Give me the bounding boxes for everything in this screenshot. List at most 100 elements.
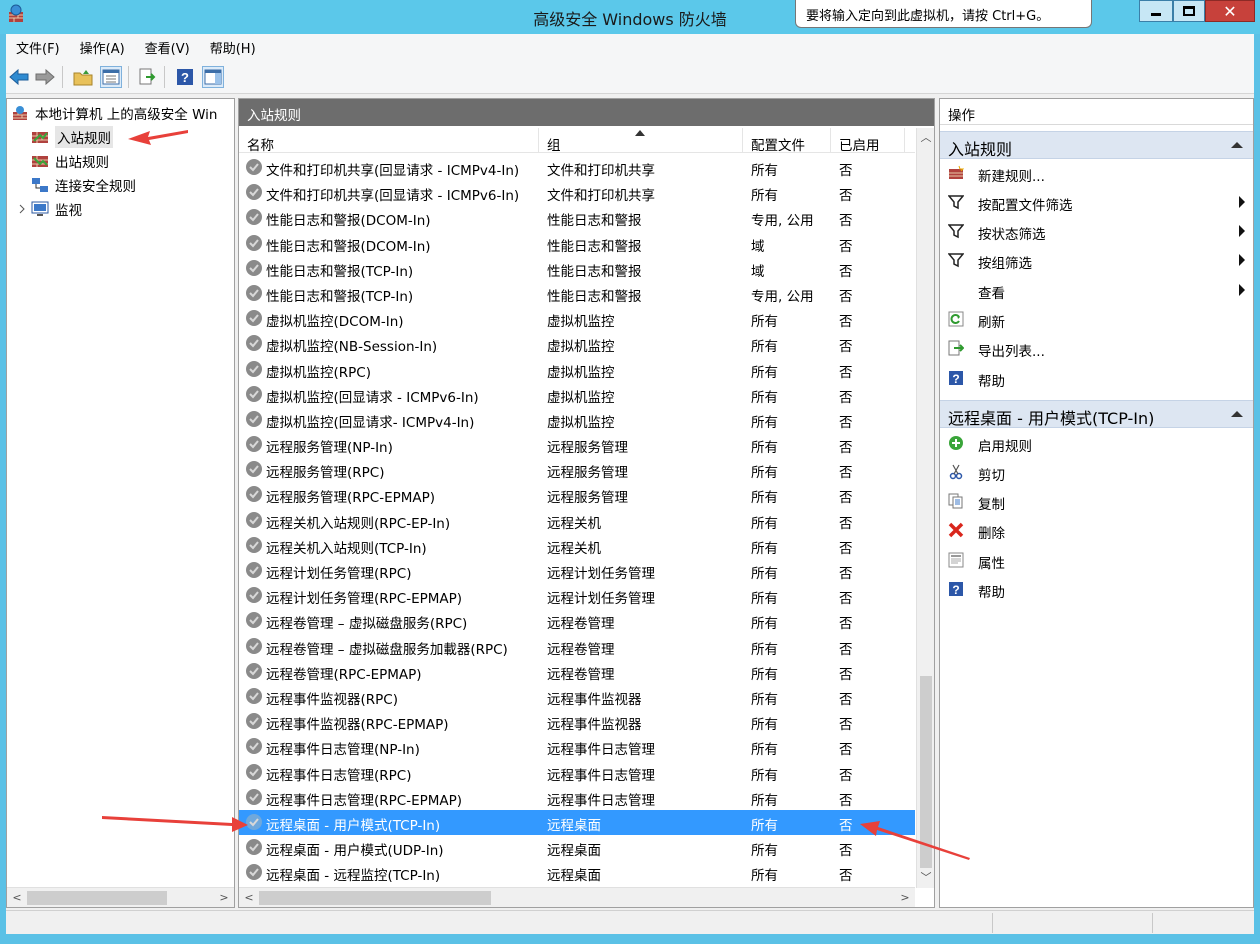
rule-group: 虚拟机监控: [547, 314, 615, 331]
collapse-icon[interactable]: [1231, 411, 1243, 417]
rule-enabled: 否: [839, 817, 853, 834]
svg-text:?: ?: [181, 70, 189, 85]
rule-enabled: 否: [839, 767, 853, 784]
tree-item-label: 出站规则: [55, 155, 109, 171]
actions-section-selected-rule[interactable]: 远程桌面 - 用户模式(TCP-In): [940, 400, 1253, 428]
action-delete[interactable]: 删除: [940, 516, 1253, 544]
table-row[interactable]: 远程桌面 - 用户模式(TCP-In) 远程桌面 所有 否: [239, 809, 915, 836]
rule-profile: 所有: [751, 314, 778, 331]
export-list-button[interactable]: [136, 66, 158, 88]
table-row[interactable]: 远程服务管理(NP-In) 远程服务管理 所有 否: [239, 432, 915, 457]
tree-item-inbound-rules[interactable]: 入站规则: [31, 126, 113, 148]
action-view[interactable]: 查看: [940, 276, 1253, 304]
help-button[interactable]: ?: [174, 66, 196, 88]
forward-button[interactable]: [34, 66, 56, 88]
scroll-thumb[interactable]: [920, 676, 932, 868]
table-row[interactable]: 远程事件日志管理(RPC-EPMAP) 远程事件日志管理 所有 否: [239, 785, 915, 810]
scroll-down-icon[interactable]: ﹀: [918, 870, 934, 886]
table-row[interactable]: 远程事件监视器(RPC) 远程事件监视器 所有 否: [239, 684, 915, 709]
maximize-button[interactable]: [1173, 0, 1205, 22]
actions-section-inbound[interactable]: 入站规则: [940, 131, 1253, 159]
main-area: 本地计算机 上的高级安全 Win 入站规则 出站规则 连接安全规则 监视 < >…: [6, 94, 1254, 910]
left-horizontal-scrollbar[interactable]: < >: [7, 887, 234, 907]
rule-name: 虚拟机监控(NB-Session-In): [266, 339, 438, 356]
menu-help[interactable]: 帮助(H): [200, 38, 266, 57]
table-row[interactable]: 远程服务管理(RPC) 远程服务管理 所有 否: [239, 457, 915, 482]
action-new-rule[interactable]: 新建规则...: [940, 159, 1253, 187]
table-row[interactable]: 远程桌面 - 用户模式(UDP-In) 远程桌面 所有 否: [239, 835, 915, 860]
tree-item-connection-security-rules[interactable]: 连接安全规则: [31, 174, 136, 196]
scroll-left-icon[interactable]: <: [9, 890, 25, 906]
action-refresh[interactable]: 刷新: [940, 305, 1253, 333]
show-action-pane-button[interactable]: [202, 66, 224, 88]
table-row[interactable]: 远程事件日志管理(RPC) 远程事件日志管理 所有 否: [239, 760, 915, 785]
column-profile-header[interactable]: 配置文件: [743, 128, 831, 154]
tree-root[interactable]: 本地计算机 上的高级安全 Win: [11, 102, 217, 124]
table-row[interactable]: 远程桌面 - 远程监控(TCP-In) 远程桌面 所有 否: [239, 860, 915, 885]
table-row[interactable]: 性能日志和警报(TCP-In) 性能日志和警报 域 否: [239, 256, 915, 281]
scroll-right-icon[interactable]: >: [897, 890, 913, 906]
menu-view[interactable]: 查看(V): [135, 38, 200, 57]
tree-item-outbound-rules[interactable]: 出站规则: [31, 150, 109, 172]
action-export-list[interactable]: 导出列表...: [940, 334, 1253, 362]
table-row[interactable]: 远程卷管理 – 虚拟磁盘服务加載器(RPC) 远程卷管理 所有 否: [239, 634, 915, 659]
table-row[interactable]: 远程事件监视器(RPC-EPMAP) 远程事件监视器 所有 否: [239, 709, 915, 734]
table-row[interactable]: 虚拟机监控(回显请求- ICMPv4-In) 虚拟机监控 所有 否: [239, 407, 915, 432]
table-row[interactable]: 远程卷管理(RPC-EPMAP) 远程卷管理 所有 否: [239, 659, 915, 684]
collapse-icon[interactable]: [1231, 142, 1243, 148]
table-row[interactable]: 远程计划任务管理(RPC-EPMAP) 远程计划任务管理 所有 否: [239, 583, 915, 608]
table-row[interactable]: 虚拟机监控(NB-Session-In) 虚拟机监控 所有 否: [239, 331, 915, 356]
menu-bar: 文件(F) 操作(A) 查看(V) 帮助(H): [6, 34, 1254, 60]
action-help[interactable]: ? 帮助: [940, 364, 1253, 392]
menu-file[interactable]: 文件(F): [6, 38, 70, 57]
table-row[interactable]: 文件和打印机共享(回显请求 - ICMPv4-In) 文件和打印机共享 所有 否: [239, 155, 915, 180]
table-row[interactable]: 远程关机入站规则(RPC-EP-In) 远程关机 所有 否: [239, 508, 915, 533]
rule-disabled-icon: [246, 234, 262, 251]
rule-disabled-icon: [246, 159, 262, 175]
action-filter-by-state[interactable]: 按状态筛选: [940, 217, 1253, 245]
back-button[interactable]: [8, 66, 30, 88]
table-row[interactable]: 性能日志和警报(DCOM-In) 性能日志和警报 专用, 公用 否: [239, 205, 915, 230]
action-cut[interactable]: 剪切: [940, 458, 1253, 486]
table-row[interactable]: 性能日志和警报(TCP-In) 性能日志和警报 专用, 公用 否: [239, 281, 915, 306]
action-help-rule[interactable]: ? 帮助: [940, 575, 1253, 603]
scroll-thumb[interactable]: [259, 891, 491, 905]
table-row[interactable]: 性能日志和警报(DCOM-In) 性能日志和警报 域 否: [239, 231, 915, 256]
close-button[interactable]: ✕: [1205, 0, 1255, 22]
action-copy[interactable]: 复制: [940, 487, 1253, 515]
action-enable-rule[interactable]: 启用规则: [940, 429, 1253, 457]
horizontal-scrollbar[interactable]: < >: [239, 887, 915, 907]
section-label: 远程桌面 - 用户模式(TCP-In): [948, 409, 1155, 428]
table-row[interactable]: 虚拟机监控(DCOM-In) 虚拟机监控 所有 否: [239, 306, 915, 331]
table-row[interactable]: 文件和打印机共享(回显请求 - ICMPv6-In) 文件和打印机共享 所有 否: [239, 180, 915, 205]
show-hide-console-tree-button[interactable]: [100, 66, 122, 88]
action-properties[interactable]: 属性: [940, 546, 1253, 574]
rule-profile: 所有: [751, 163, 778, 179]
scroll-up-icon[interactable]: ︿: [918, 130, 934, 146]
table-row[interactable]: 远程服务管理(RPC-EPMAP) 远程服务管理 所有 否: [239, 482, 915, 507]
folder-up-icon: [73, 70, 93, 86]
table-row[interactable]: 远程卷管理 – 虚拟磁盘服务(RPC) 远程卷管理 所有 否: [239, 608, 915, 633]
outbound-rules-icon: [32, 156, 48, 167]
scroll-left-icon[interactable]: <: [241, 890, 257, 906]
column-enabled-header[interactable]: 已启用: [831, 128, 905, 154]
scroll-right-icon[interactable]: >: [216, 890, 232, 906]
tree-item-monitoring[interactable]: 监视: [17, 198, 82, 220]
minimize-button[interactable]: [1139, 0, 1173, 22]
table-row[interactable]: 虚拟机监控(回显请求 - ICMPv6-In) 虚拟机监控 所有 否: [239, 382, 915, 407]
column-group-header[interactable]: 组: [539, 128, 743, 154]
column-name-header[interactable]: 名称: [239, 128, 539, 154]
action-filter-by-group[interactable]: 按组筛选: [940, 246, 1253, 274]
rules-list: 文件和打印机共享(回显请求 - ICMPv4-In) 文件和打印机共享 所有否文件和…: [239, 155, 915, 885]
table-row[interactable]: 远程关机入站规则(TCP-In) 远程关机 所有 否: [239, 533, 915, 558]
table-row[interactable]: 远程计划任务管理(RPC) 远程计划任务管理 所有 否: [239, 558, 915, 583]
table-row[interactable]: 虚拟机监控(RPC) 虚拟机监控 所有 否: [239, 357, 915, 382]
vertical-scrollbar[interactable]: ︿ ﹀: [916, 128, 934, 888]
up-folder-button[interactable]: [72, 66, 94, 88]
menu-action[interactable]: 操作(A): [70, 38, 135, 57]
table-row[interactable]: 远程事件日志管理(NP-In) 远程事件日志管理 所有 否: [239, 734, 915, 759]
rule-disabled-icon: [246, 410, 262, 427]
action-filter-by-profile[interactable]: 按配置文件筛选: [940, 188, 1253, 216]
minimize-icon: [1151, 12, 1161, 16]
scroll-thumb[interactable]: [27, 891, 167, 905]
